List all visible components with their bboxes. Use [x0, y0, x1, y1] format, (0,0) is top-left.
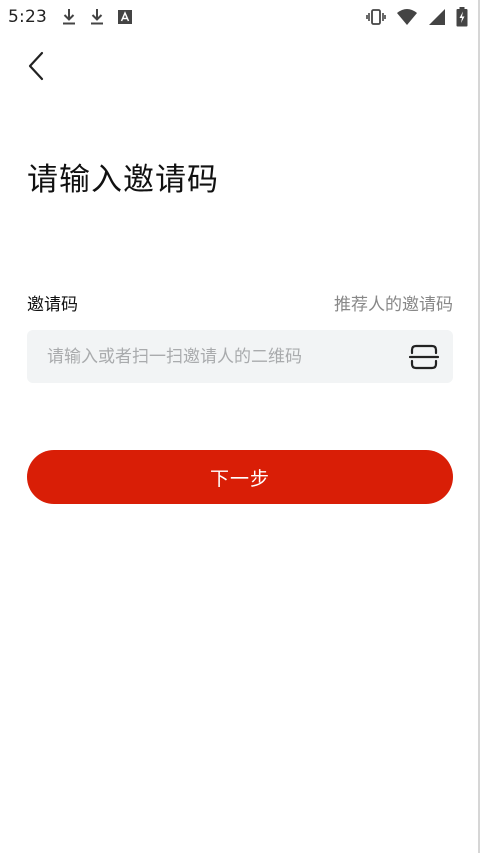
status-time: 5:23: [8, 7, 47, 27]
download-icon: [62, 9, 75, 25]
status-left: 5:23: [8, 7, 133, 27]
back-arrow-icon: [28, 51, 44, 81]
status-bar: 5:23: [0, 0, 480, 34]
invite-code-input[interactable]: [47, 330, 407, 383]
next-step-button[interactable]: 下一步: [27, 450, 453, 504]
battery-icon: [456, 7, 468, 27]
field-label-row: 邀请码 推荐人的邀请码: [27, 290, 453, 315]
invite-code-label: 邀请码: [27, 295, 78, 315]
status-right: [366, 7, 468, 27]
notification-icons: [61, 8, 133, 26]
download-icon: [90, 9, 103, 25]
invite-code-hint: 推荐人的邀请码: [334, 295, 453, 315]
invite-code-field: [27, 330, 453, 383]
scan-button[interactable]: [407, 340, 441, 374]
wifi-icon: [397, 9, 417, 25]
signal-icon: [429, 9, 445, 25]
back-button[interactable]: [18, 48, 54, 84]
vibrate-icon: [366, 9, 386, 25]
font-icon: [117, 10, 132, 24]
scan-icon: [409, 344, 439, 369]
page-title: 请输入邀请码: [27, 162, 219, 198]
